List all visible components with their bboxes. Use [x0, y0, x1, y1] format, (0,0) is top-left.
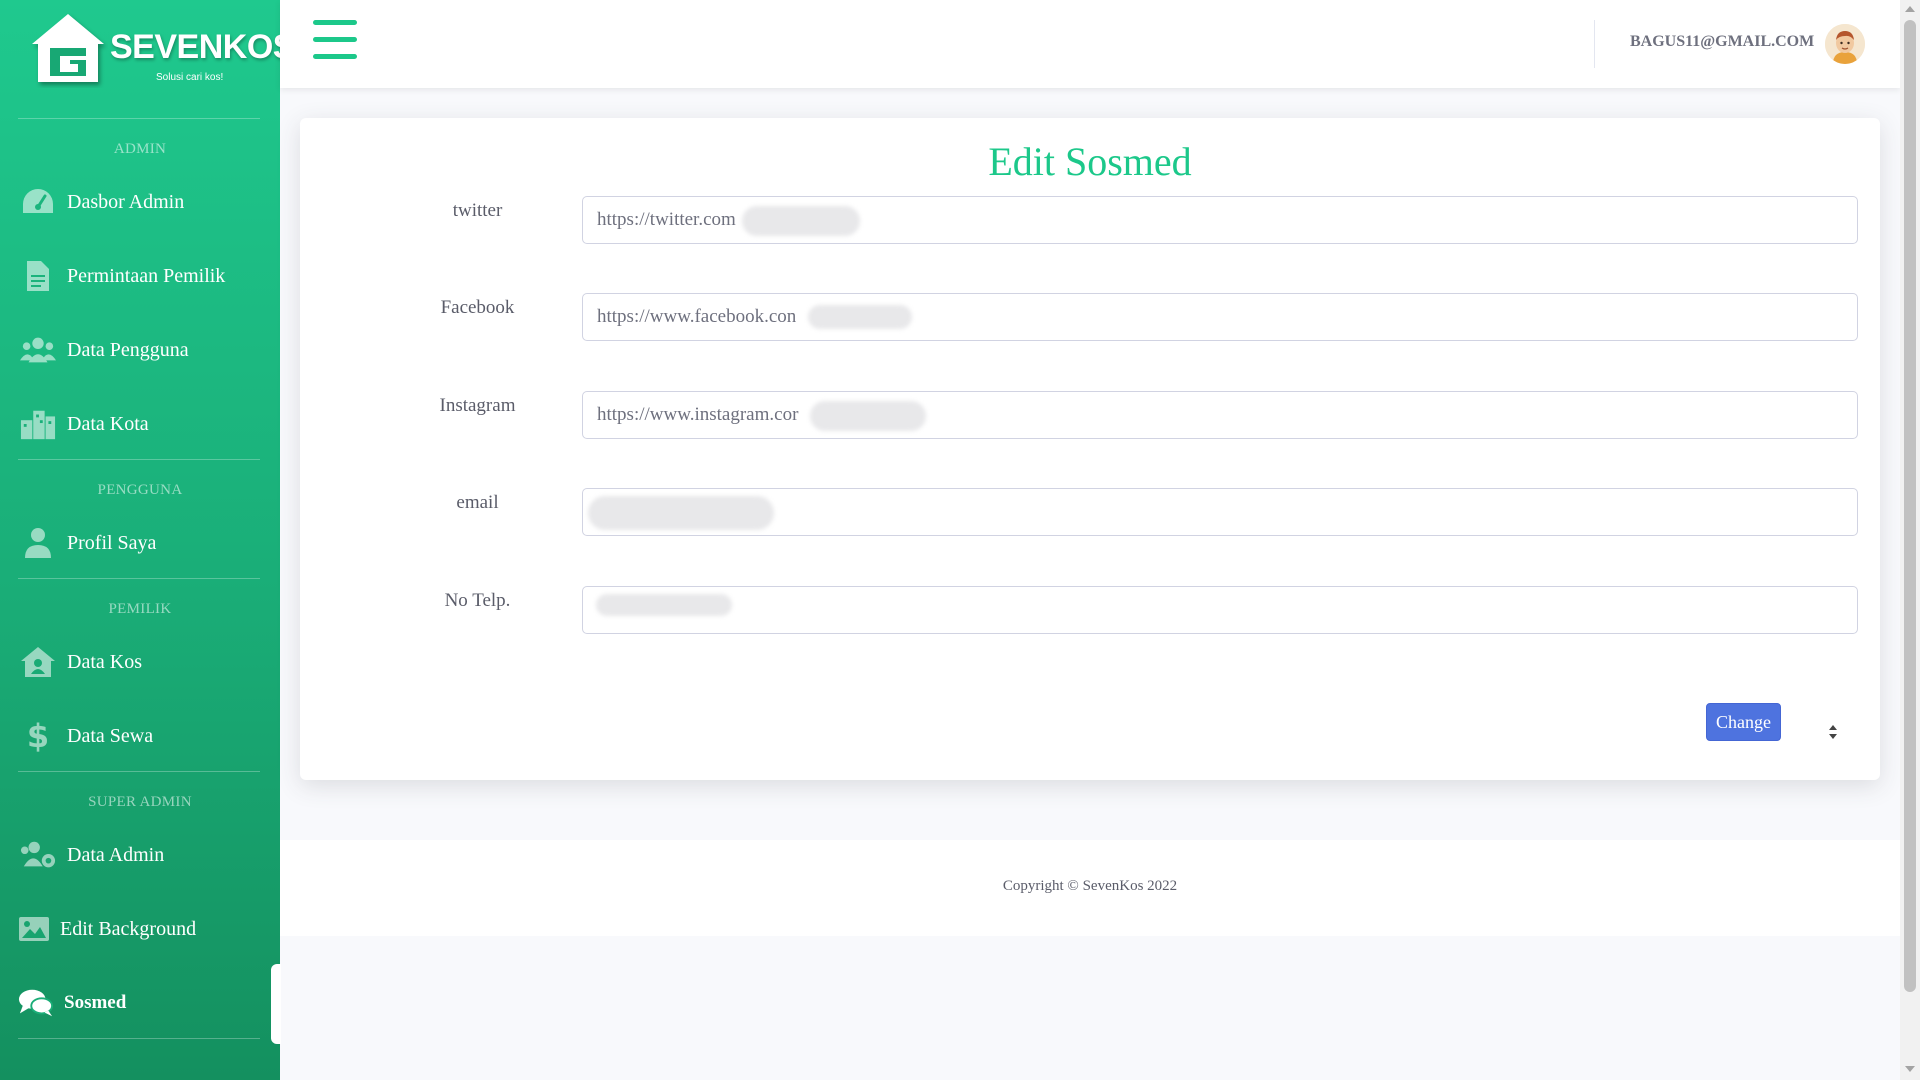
sidebar-item-edit-background[interactable]: Edit Background [0, 899, 272, 959]
sidebar-item-data-sewa[interactable]: $ Data Sewa [0, 706, 272, 766]
comments-icon [18, 985, 54, 1021]
twitter-label: twitter [452, 200, 503, 221]
sidebar-item-profil-saya[interactable]: Profil Saya [0, 513, 272, 573]
sidebar-divider [18, 771, 260, 772]
instagram-input[interactable] [582, 391, 1858, 439]
page-scrollbar[interactable] [1900, 0, 1920, 1080]
instagram-label: Instagram [439, 395, 516, 416]
sidebar-item-data-kota[interactable]: Data Kota [0, 394, 272, 454]
scroll-thumb[interactable] [1904, 20, 1916, 992]
sidebar-item-label: Permintaan Pemilik [67, 264, 226, 287]
topbar: BAGUS11@GMAIL.COM [280, 0, 1900, 88]
redaction [588, 496, 774, 530]
topbar-divider [1594, 20, 1595, 68]
sidebar-item-label: Profil Saya [67, 531, 157, 554]
sidebar-item-label: Data Sewa [67, 724, 154, 747]
phone-input[interactable] [582, 586, 1858, 634]
sidebar-divider [18, 118, 260, 119]
number-spinner-icon[interactable] [1826, 722, 1840, 742]
scroll-up-icon[interactable] [1905, 6, 1915, 12]
sidebar-heading-pengguna: PENGGUNA [97, 482, 183, 498]
sidebar-item-label: Edit Background [60, 917, 197, 940]
sidebar-item-label: Sosmed [64, 992, 127, 1013]
change-button[interactable]: Change [1706, 703, 1781, 741]
sidebar-item-sosmed[interactable]: Sosmed [0, 973, 272, 1033]
tachometer-icon [20, 184, 56, 220]
page-title: Edit Sosmed [988, 139, 1192, 184]
sidebar-divider [18, 578, 260, 579]
sidebar-heading-super-admin: SUPER ADMIN [88, 794, 192, 810]
sidebar-item-label: Data Pengguna [67, 338, 189, 361]
facebook-label: Facebook [440, 297, 515, 318]
sidebar-item-label: Dasbor Admin [67, 190, 185, 213]
scroll-down-icon[interactable] [1905, 1066, 1915, 1072]
sidebar-item-label: Data Kos [67, 650, 142, 673]
redaction [742, 206, 860, 236]
redaction [808, 305, 912, 329]
sidebar-heading-admin: ADMIN [113, 141, 167, 157]
copyright-text: Copyright © SevenKos 2022 [1002, 878, 1178, 894]
sidebar: SEVENKOS Solusi cari kos! ADMIN Dasbor A… [0, 0, 295, 1080]
phone-label: No Telp. [444, 590, 511, 611]
edit-sosmed-card: Edit Sosmed twitter Facebook Instagram e… [300, 118, 1880, 780]
email-label: email [456, 492, 499, 513]
sidebar-item-label: Data Admin [67, 843, 165, 866]
house-user-icon [20, 644, 56, 680]
city-icon [20, 406, 56, 442]
facebook-input[interactable] [582, 293, 1858, 341]
brand[interactable]: SEVENKOS Solusi cari kos! [28, 10, 295, 92]
dollar-icon: $ [26, 717, 50, 755]
brand-name: SEVENKOS [110, 28, 295, 66]
house-logo-icon [32, 14, 104, 82]
redaction [596, 594, 732, 616]
sidebar-heading-pemilik: PEMILIK [108, 601, 172, 617]
sidebar-item-data-pengguna[interactable]: Data Pengguna [0, 320, 272, 380]
menu-toggle-icon[interactable] [313, 20, 357, 60]
user-icon [20, 525, 56, 561]
active-indicator [271, 964, 281, 1044]
user-email[interactable]: BAGUS11@GMAIL.COM [1630, 33, 1814, 51]
brand-tagline: Solusi cari kos! [156, 72, 224, 83]
sidebar-item-label: Data Kota [67, 412, 149, 435]
sidebar-item-dasbor-admin[interactable]: Dasbor Admin [0, 172, 272, 232]
avatar[interactable] [1825, 24, 1865, 64]
sidebar-divider [18, 1038, 260, 1039]
users-cog-icon [20, 837, 56, 873]
sidebar-divider [18, 459, 260, 460]
redaction [810, 401, 926, 431]
users-icon [20, 332, 56, 368]
sidebar-item-data-admin[interactable]: Data Admin [0, 825, 272, 885]
file-icon [20, 258, 56, 294]
image-icon [16, 911, 52, 947]
footer: Copyright © SevenKos 2022 [280, 840, 1900, 936]
sidebar-item-data-kos[interactable]: Data Kos [0, 632, 272, 692]
sidebar-item-permintaan-pemilik[interactable]: Permintaan Pemilik [0, 246, 272, 306]
